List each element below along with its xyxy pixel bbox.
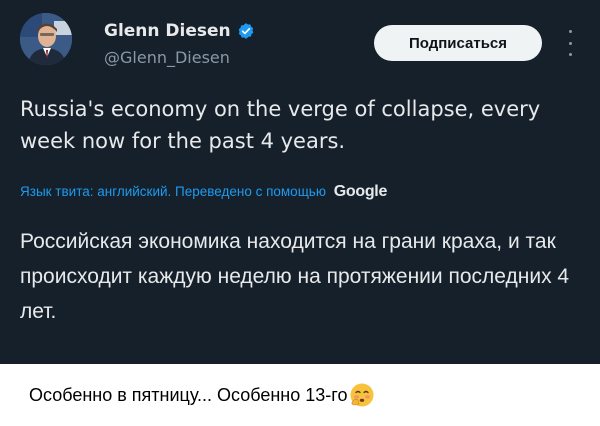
vertical-dots-icon[interactable] xyxy=(560,30,580,56)
avatar-photo-icon xyxy=(20,13,72,65)
author-avatar[interactable] xyxy=(20,13,72,65)
translation-note-link[interactable]: Язык твита: английский. Переведено с пом… xyxy=(20,184,326,199)
author-name[interactable]: Glenn Diesen xyxy=(104,21,255,41)
author-handle[interactable]: @Glenn_Diesen xyxy=(104,48,230,67)
translated-tweet-text: Российская экономика находится на грани … xyxy=(20,230,570,323)
blushing-face-emoji-icon xyxy=(349,382,375,408)
tweet-card: Glenn Diesen @Glenn_Diesen Подписаться R… xyxy=(0,0,600,364)
tweet-text: Russia's economy on the verge of collaps… xyxy=(20,97,541,153)
author-name-text: Glenn Diesen xyxy=(104,21,231,41)
google-logo: Google xyxy=(333,183,388,200)
subscribe-button[interactable]: Подписаться xyxy=(374,25,542,61)
caption-text: Особенно в пятницу... Особенно 13-го xyxy=(29,384,348,405)
verified-badge-icon xyxy=(237,22,255,40)
translation-note: Язык твита: английский. Переведено с пом… xyxy=(20,183,580,201)
caption: Особенно в пятницу... Особенно 13-го xyxy=(29,380,375,410)
